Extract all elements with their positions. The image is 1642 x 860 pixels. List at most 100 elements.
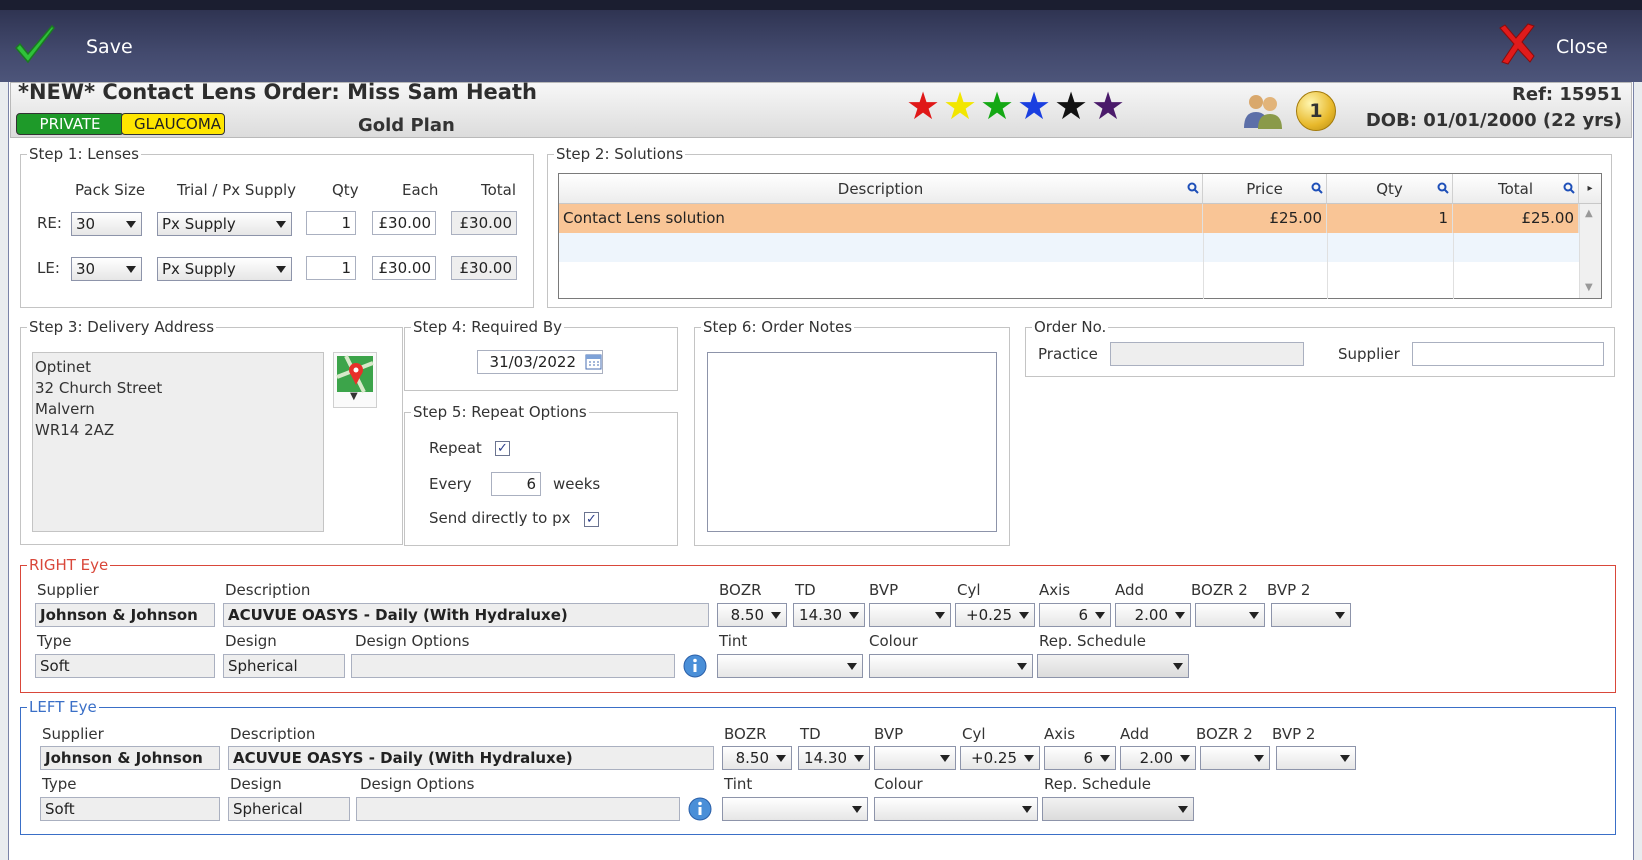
patient-dob: DOB: 01/01/2000 (22 yrs) bbox=[1365, 110, 1622, 131]
table-row[interactable]: Contact Lens solution £25.00 1 £25.00 bbox=[559, 204, 1579, 233]
send-directly-checkbox[interactable]: ✓ bbox=[584, 512, 599, 527]
info-icon[interactable] bbox=[683, 654, 707, 678]
save-check-icon[interactable] bbox=[12, 22, 58, 68]
description-value: ACUVUE OASYS - Daily (With Hydraluxe) bbox=[228, 746, 714, 770]
delivery-address-field[interactable]: Optinet 32 Church Street Malvern WR14 2A… bbox=[32, 352, 324, 532]
supplier-value: Johnson & Johnson bbox=[40, 746, 220, 770]
every-weeks-input[interactable]: 6 bbox=[491, 472, 541, 496]
bozr2-select[interactable] bbox=[1195, 603, 1265, 627]
search-icon[interactable] bbox=[1187, 182, 1199, 194]
count-badge[interactable]: 1 bbox=[1296, 91, 1336, 131]
star-icon[interactable]: ★ bbox=[1091, 86, 1125, 126]
column-chooser-icon[interactable]: ▸ bbox=[1579, 174, 1601, 204]
re-supply-select[interactable]: Px Supply bbox=[157, 212, 292, 236]
scroll-up-icon[interactable]: ▲ bbox=[1585, 208, 1593, 219]
row-qty: 1 bbox=[1327, 204, 1453, 233]
colour-select[interactable] bbox=[874, 797, 1038, 821]
rep-schedule-select[interactable] bbox=[1042, 797, 1194, 821]
star-icon[interactable]: ★ bbox=[943, 86, 977, 126]
design-label: Design bbox=[230, 775, 282, 793]
row-price: £25.00 bbox=[1203, 204, 1327, 233]
close-x-icon[interactable] bbox=[1496, 22, 1538, 66]
solutions-grid: Description Price Qty Total ▸ Contact Le… bbox=[558, 173, 1602, 299]
price-column-header[interactable]: Price bbox=[1203, 174, 1327, 204]
colour-select[interactable] bbox=[869, 654, 1033, 678]
order-notes-section: Step 6: Order Notes bbox=[694, 318, 1010, 546]
table-row-empty[interactable] bbox=[559, 233, 1579, 262]
order-notes-legend: Step 6: Order Notes bbox=[701, 318, 855, 336]
cyl-select[interactable]: +0.25 bbox=[955, 603, 1035, 627]
td-select[interactable]: 14.30 bbox=[793, 603, 865, 627]
qty-column-header[interactable]: Qty bbox=[1327, 174, 1453, 204]
le-qty-input[interactable]: 1 bbox=[306, 256, 356, 280]
tint-select[interactable] bbox=[722, 797, 868, 821]
vertical-scrollbar[interactable]: ▲ ▼ bbox=[1579, 204, 1601, 298]
chevron-down-icon: ▼ bbox=[350, 391, 358, 402]
bozr2-label: BOZR 2 bbox=[1196, 725, 1253, 743]
column-divider bbox=[1327, 233, 1328, 299]
required-by-legend: Step 4: Required By bbox=[411, 318, 564, 336]
bvp-label: BVP bbox=[874, 725, 904, 743]
supplier-label: Supplier bbox=[1338, 345, 1400, 363]
tint-select[interactable] bbox=[717, 654, 863, 678]
description-value: ACUVUE OASYS - Daily (With Hydraluxe) bbox=[223, 603, 709, 627]
add-label: Add bbox=[1120, 725, 1150, 743]
top-toolbar bbox=[0, 0, 1642, 82]
bvp-select[interactable] bbox=[869, 603, 951, 627]
re-qty-input[interactable]: 1 bbox=[306, 211, 356, 235]
td-select[interactable]: 14.30 bbox=[798, 746, 870, 770]
star-icon[interactable]: ★ bbox=[906, 86, 940, 126]
total-column-header[interactable]: Total bbox=[1453, 174, 1579, 204]
le-supply-select[interactable]: Px Supply bbox=[157, 257, 292, 281]
practice-label: Practice bbox=[1038, 345, 1098, 363]
le-pack-size-select[interactable]: 30 bbox=[71, 257, 142, 281]
add-select[interactable]: 2.00 bbox=[1115, 603, 1191, 627]
search-icon[interactable] bbox=[1437, 182, 1449, 194]
bozr-select[interactable]: 8.50 bbox=[722, 746, 792, 770]
bvp2-select[interactable] bbox=[1276, 746, 1356, 770]
axis-label: Axis bbox=[1044, 725, 1076, 743]
calendar-icon[interactable] bbox=[585, 353, 602, 370]
le-label: LE: bbox=[37, 259, 60, 277]
axis-select[interactable]: 6 bbox=[1039, 603, 1111, 627]
right-eye-section: RIGHT Eye Supplier Description BOZR TD B… bbox=[20, 556, 1616, 693]
bvp2-select[interactable] bbox=[1271, 603, 1351, 627]
re-each-input[interactable]: £30.00 bbox=[372, 211, 436, 235]
supplier-label: Supplier bbox=[37, 581, 99, 599]
cyl-select[interactable]: +0.25 bbox=[960, 746, 1040, 770]
le-each-input[interactable]: £30.00 bbox=[372, 256, 436, 280]
bozr-select[interactable]: 8.50 bbox=[717, 603, 787, 627]
add-select[interactable]: 2.00 bbox=[1120, 746, 1196, 770]
practice-order-input[interactable] bbox=[1110, 342, 1304, 366]
cyl-label: Cyl bbox=[962, 725, 986, 743]
order-notes-textarea[interactable] bbox=[707, 352, 997, 532]
star-icon[interactable]: ★ bbox=[1017, 86, 1051, 126]
close-button[interactable]: Close bbox=[1556, 36, 1608, 58]
save-button[interactable]: Save bbox=[86, 36, 133, 58]
axis-select[interactable]: 6 bbox=[1044, 746, 1116, 770]
type-label: Type bbox=[42, 775, 77, 793]
star-icon[interactable]: ★ bbox=[980, 86, 1014, 126]
address-line: Optinet bbox=[35, 358, 91, 376]
search-icon[interactable] bbox=[1563, 182, 1575, 194]
repeat-label: Repeat bbox=[429, 439, 482, 457]
repeat-checkbox[interactable]: ✓ bbox=[495, 441, 510, 456]
address-line: Malvern bbox=[35, 400, 95, 418]
map-picker-button[interactable]: ▼ bbox=[333, 352, 377, 408]
info-icon[interactable] bbox=[688, 797, 712, 821]
re-label: RE: bbox=[37, 214, 62, 232]
supplier-order-input[interactable] bbox=[1412, 342, 1604, 366]
supplier-value: Johnson & Johnson bbox=[35, 603, 215, 627]
bvp-select[interactable] bbox=[874, 746, 956, 770]
search-icon[interactable] bbox=[1311, 182, 1323, 194]
rep-schedule-label: Rep. Schedule bbox=[1044, 775, 1151, 793]
star-icon[interactable]: ★ bbox=[1054, 86, 1088, 126]
bozr2-select[interactable] bbox=[1200, 746, 1270, 770]
bozr-label: BOZR bbox=[724, 725, 767, 743]
rep-schedule-select[interactable] bbox=[1037, 654, 1189, 678]
family-members-icon[interactable] bbox=[1240, 92, 1286, 130]
scroll-down-icon[interactable]: ▼ bbox=[1585, 282, 1593, 293]
row-total: £25.00 bbox=[1453, 204, 1579, 233]
re-pack-size-select[interactable]: 30 bbox=[71, 212, 142, 236]
description-column-header[interactable]: Description bbox=[559, 174, 1203, 204]
